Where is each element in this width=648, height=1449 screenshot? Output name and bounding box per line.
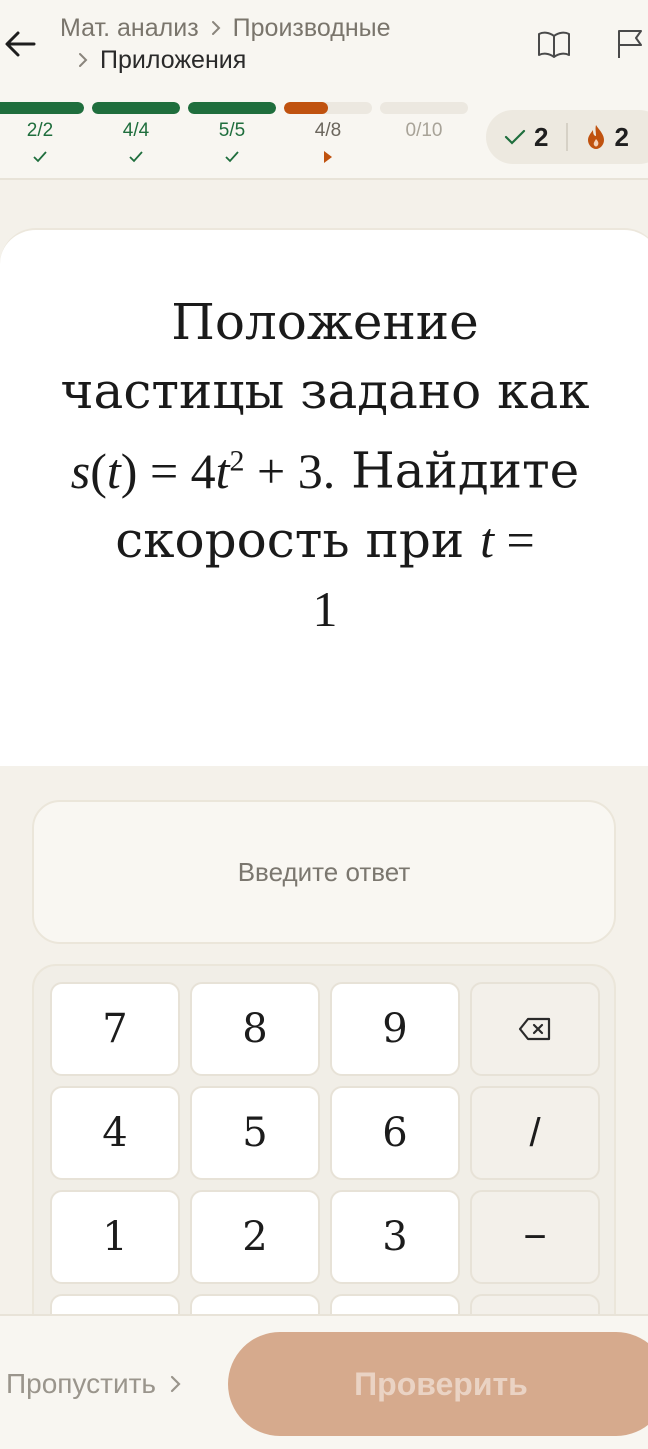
breadcrumb-course[interactable]: Мат. анализ xyxy=(60,14,199,43)
progress-label-1: 2/2 xyxy=(26,120,54,141)
key-2[interactable]: 2 xyxy=(190,1190,320,1284)
key-divide[interactable]: / xyxy=(470,1086,600,1180)
check-icon xyxy=(188,150,276,170)
back-button[interactable] xyxy=(0,24,40,64)
backspace-icon xyxy=(518,1017,551,1041)
progress-label-5: 0/10 xyxy=(405,120,443,141)
answer-input[interactable] xyxy=(34,802,614,942)
score-pill: 2 2 xyxy=(486,110,648,164)
formula-period: . xyxy=(322,442,336,499)
stats-divider xyxy=(566,123,569,151)
progress-label-2: 4/4 xyxy=(122,120,150,141)
arrow-left-icon xyxy=(5,31,36,57)
formula: s(t) = 4t2 + 3. xyxy=(70,442,336,499)
check-button[interactable]: Проверить xyxy=(228,1332,648,1436)
progress-segment-5 xyxy=(380,102,468,114)
key-5[interactable]: 5 xyxy=(190,1086,320,1180)
formula-arg: t xyxy=(106,442,121,499)
formula-constant: 3 xyxy=(297,442,323,499)
breadcrumb-topic[interactable]: Производные xyxy=(233,14,391,43)
key-8[interactable]: 8 xyxy=(190,982,320,1076)
correct-count: 2 xyxy=(504,122,548,153)
progress-label-3: 5/5 xyxy=(218,120,246,141)
key-9[interactable]: 9 xyxy=(330,982,460,1076)
top-bar: Мат. анализ Производные Приложения 2/2 4… xyxy=(0,0,648,180)
backspace-button[interactable] xyxy=(470,982,600,1076)
key-3[interactable]: 3 xyxy=(330,1190,460,1284)
correct-count-value: 2 xyxy=(534,121,549,152)
formula-exponent: 2 xyxy=(229,444,245,477)
check-icon xyxy=(0,150,84,170)
progress-segment-3 xyxy=(188,102,276,114)
progress-label-4: 4/8 xyxy=(314,120,342,141)
condition-equals: = xyxy=(506,511,535,568)
theory-book-button[interactable] xyxy=(534,24,574,64)
book-icon xyxy=(538,31,570,58)
answer-field[interactable] xyxy=(32,800,616,944)
key-minus[interactable]: − xyxy=(470,1190,600,1284)
flag-icon xyxy=(618,30,642,58)
chevron-right-icon xyxy=(211,21,221,35)
breadcrumb: Мат. анализ Производные Приложения xyxy=(60,12,480,76)
skip-label: Пропустить xyxy=(6,1368,156,1399)
question-text-part1: Положение частицы задано как xyxy=(60,293,590,420)
skip-button[interactable]: Пропустить xyxy=(6,1368,186,1400)
formula-var: t xyxy=(215,442,230,499)
progress-segment-4 xyxy=(284,102,372,114)
progress-segment-2 xyxy=(92,102,180,114)
progress-segment-1 xyxy=(0,102,84,114)
bottom-bar: Пропустить Проверить xyxy=(0,1314,648,1449)
key-6[interactable]: 6 xyxy=(330,1086,460,1180)
formula-coef: 4 xyxy=(190,442,216,499)
question-text: Положение частицы задано как s(t) = 4t2 … xyxy=(60,288,590,644)
condition-var: t xyxy=(480,511,494,568)
key-7[interactable]: 7 xyxy=(50,982,180,1076)
formula-equals: = xyxy=(149,442,179,499)
report-flag-button[interactable] xyxy=(610,24,648,64)
check-icon xyxy=(92,150,180,170)
key-4[interactable]: 4 xyxy=(50,1086,180,1180)
flame-icon xyxy=(588,125,605,149)
condition-value: 1 xyxy=(312,580,338,637)
chevron-right-icon xyxy=(170,1375,181,1393)
chevron-right-icon xyxy=(79,53,88,67)
formula-plus: + xyxy=(257,442,286,499)
breadcrumb-lesson: Приложения xyxy=(100,45,247,74)
check-icon xyxy=(504,129,526,145)
question-card: Положение частицы задано как s(t) = 4t2 … xyxy=(0,228,648,766)
play-marker-icon xyxy=(284,150,372,170)
streak-count-value: 2 xyxy=(614,121,629,152)
formula-func: s xyxy=(70,442,91,499)
key-1[interactable]: 1 xyxy=(50,1190,180,1284)
streak-count: 2 xyxy=(586,121,629,153)
